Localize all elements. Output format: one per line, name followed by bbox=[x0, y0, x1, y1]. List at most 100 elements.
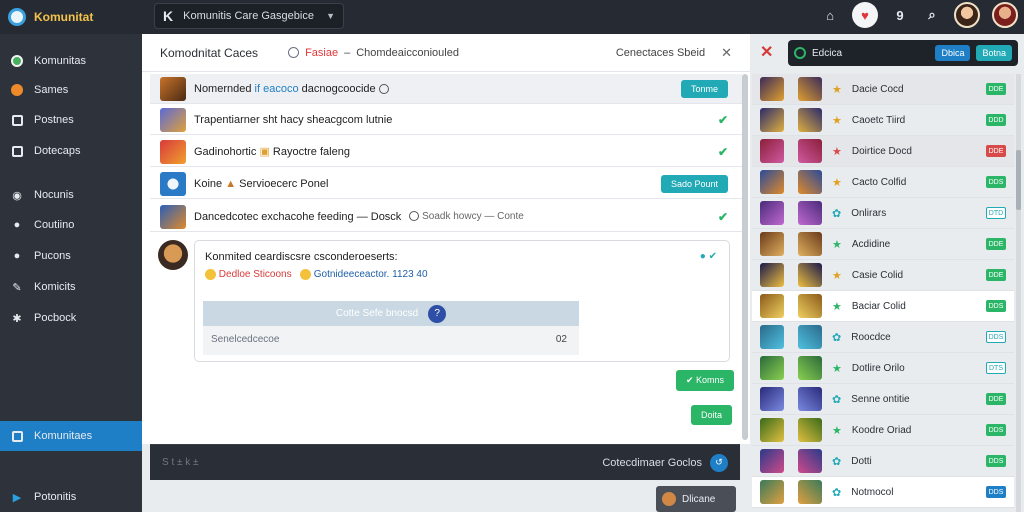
sidebar-item-komicits[interactable]: ✎ Komicits bbox=[0, 272, 142, 302]
item-name: Dotti bbox=[851, 455, 872, 467]
sidebar-item-sames[interactable]: Sames bbox=[0, 75, 142, 105]
item-name: Notmocol bbox=[851, 486, 894, 498]
sidebar-item-coutiino[interactable]: ● Coutiino bbox=[0, 210, 142, 240]
sidebar-item-dotecaps[interactable]: Dotecaps bbox=[0, 136, 142, 166]
row-action-button[interactable]: Sado Pount bbox=[660, 174, 728, 193]
footer-label: Cotecdimaer Goclos bbox=[602, 456, 702, 469]
check-icon[interactable]: ✔ bbox=[718, 113, 728, 127]
item-name: Dotlire Orilo bbox=[851, 362, 905, 374]
star-icon: ✿ bbox=[832, 393, 842, 406]
main-header: Komodnitat Caces Fasiae – Chomdeaicconio… bbox=[142, 34, 750, 72]
home-icon[interactable]: ⌂ bbox=[820, 5, 840, 25]
game-thumbnail bbox=[798, 294, 822, 318]
komns-button[interactable]: ✔ Komns bbox=[676, 370, 735, 391]
tab-dbica[interactable]: Dbica bbox=[935, 45, 971, 61]
check-icon[interactable]: ✔ bbox=[718, 145, 728, 159]
game-thumbnail bbox=[798, 201, 822, 225]
help-icon: ? bbox=[428, 304, 447, 323]
comment-title: Konmited ceardiscsre csconderoeserts: bbox=[205, 251, 398, 263]
list-item[interactable]: ★ Dacie Cocd DDE bbox=[752, 74, 1014, 105]
right-panel-header: ✕ Edcica Dbica Botna bbox=[752, 34, 1024, 74]
sidebar-item-nocunis[interactable]: ◉ Nocunis bbox=[0, 180, 142, 210]
game-thumbnail bbox=[760, 387, 784, 411]
game-thumbnail bbox=[760, 325, 784, 349]
community-selector[interactable]: K Komunitis Care Gasgebice ▼ bbox=[154, 3, 344, 29]
avatar[interactable] bbox=[954, 2, 980, 28]
sidebar-item-postnes[interactable]: Postnes bbox=[0, 105, 142, 135]
row-action-button[interactable]: Tonme bbox=[680, 79, 728, 98]
star-icon: ★ bbox=[832, 269, 842, 282]
mini-user-chip[interactable]: Dlicane bbox=[656, 486, 736, 512]
star-icon: ★ bbox=[832, 300, 842, 313]
scrollbar[interactable] bbox=[742, 74, 748, 440]
game-thumbnail bbox=[760, 139, 784, 163]
avatar bbox=[662, 492, 676, 506]
reaction-icon[interactable]: ● ✔ bbox=[700, 251, 717, 262]
comment-tags: Dedloe Sticoons Gotnideeceactor. 1123 40 bbox=[205, 269, 428, 280]
footer-tools[interactable]: S t ± k ± bbox=[162, 457, 199, 468]
brand[interactable]: Komunitat bbox=[0, 0, 142, 34]
scrollbar-thumb[interactable] bbox=[1016, 150, 1021, 210]
list-item[interactable]: ★ Baciar Colid DDS bbox=[752, 291, 1014, 322]
item-name: Casie Colid bbox=[851, 269, 904, 281]
item-name: Onlirars bbox=[851, 207, 887, 219]
status-badge: DDD bbox=[986, 114, 1006, 126]
submit-bar[interactable]: Cotte Sefe bnocsd ? bbox=[203, 301, 579, 326]
filter[interactable]: Fasiae – Chomdeaicconiouled bbox=[288, 47, 459, 59]
search-icon[interactable]: ⌕ bbox=[922, 5, 942, 25]
list-item[interactable]: Dancedcotec exchacohe feeding — Dosck So… bbox=[150, 202, 742, 232]
game-thumbnail bbox=[760, 418, 784, 442]
status-badge: DDE bbox=[986, 83, 1006, 95]
sidebar-item-komunitaes[interactable]: Komunitaes bbox=[0, 421, 142, 451]
list-item[interactable]: Gadinohortic ▣ Rayoctre faleng ✔ bbox=[150, 137, 742, 167]
alert-icon[interactable]: ♥ bbox=[852, 2, 878, 28]
list-item[interactable]: ★ Dotlire Orilo DTS bbox=[752, 353, 1014, 384]
item-name: Caoetc Tiird bbox=[851, 114, 906, 126]
list-item[interactable]: ★ Caoetc Tiird DDD bbox=[752, 105, 1014, 136]
tab-botna[interactable]: Botna bbox=[976, 45, 1012, 61]
list-item[interactable]: Trapentiarner sht hacy sheacgcom lutnie … bbox=[150, 105, 742, 135]
comment-card: Konmited ceardiscsre csconderoeserts: ● … bbox=[194, 240, 730, 362]
game-thumbnail bbox=[160, 76, 186, 101]
comment-input[interactable]: Cotte Sefe bnocsd ? Senelcedcecoe 02 bbox=[203, 301, 579, 355]
avatar[interactable] bbox=[992, 2, 1018, 28]
list-item[interactable]: Nomernded if eacoco dacnogcoocide Tonme bbox=[150, 74, 742, 104]
list-item[interactable]: ★ Cacto Colfid DDS bbox=[752, 167, 1014, 198]
box-icon bbox=[10, 113, 24, 127]
sidebar-item-pucons[interactable]: ● Pucons bbox=[0, 241, 142, 271]
list-item[interactable]: ✿ Senne ontitie DDE bbox=[752, 384, 1014, 415]
right-panel-toolbar: Edcica Dbica Botna bbox=[788, 40, 1018, 66]
sidebar-item-komunitas[interactable]: Komunitas bbox=[0, 46, 142, 76]
list-item[interactable]: ✿ Notmocol DDS bbox=[752, 477, 1014, 508]
list-item[interactable]: ★ Casie Colid DDE bbox=[752, 260, 1014, 291]
list-item[interactable]: ✿ Onlirars DTD bbox=[752, 198, 1014, 229]
help-icon[interactable]: ↺ bbox=[710, 453, 728, 472]
doita-button[interactable]: Doita bbox=[691, 405, 733, 425]
star-icon: ★ bbox=[832, 114, 842, 127]
sidebar-item-potonitis[interactable]: ▶ Potonitis bbox=[0, 482, 142, 512]
item-name: Acdidine bbox=[851, 238, 891, 250]
list-item[interactable]: ★ Acdidine DDE bbox=[752, 229, 1014, 260]
check-icon[interactable]: ✔ bbox=[718, 210, 728, 224]
scrollbar[interactable] bbox=[1016, 74, 1021, 512]
close-icon[interactable]: ✕ bbox=[721, 45, 732, 61]
top-bar: Komunitat K Komunitis Care Gasgebice ▼ ⌂… bbox=[0, 0, 1024, 34]
game-thumbnail bbox=[760, 294, 784, 318]
list-item[interactable]: ★ Doirtice Docd DDE bbox=[752, 136, 1014, 167]
list-item[interactable]: ★ Koodre Oriad DDS bbox=[752, 415, 1014, 446]
game-thumbnail bbox=[798, 77, 822, 101]
camera-icon bbox=[10, 144, 24, 158]
status-badge: DDE bbox=[986, 269, 1006, 281]
star-icon: ★ bbox=[832, 424, 842, 437]
help-icon[interactable]: 9 bbox=[890, 5, 910, 25]
game-thumbnail bbox=[798, 356, 822, 380]
game-thumbnail bbox=[798, 139, 822, 163]
list-item[interactable]: ✿ Dotti DDS bbox=[752, 446, 1014, 477]
warning-icon: ✕ bbox=[760, 44, 774, 61]
game-thumbnail bbox=[760, 263, 784, 287]
star-icon: ✿ bbox=[832, 486, 842, 499]
list-item[interactable]: ✿ Roocdce DDS bbox=[752, 322, 1014, 353]
game-thumbnail bbox=[160, 107, 186, 132]
list-item[interactable]: Koine ▲ Servioecerc Ponel Sado Pount bbox=[150, 169, 742, 199]
sidebar-item-pocbock[interactable]: ✱ Pocbock bbox=[0, 303, 142, 333]
